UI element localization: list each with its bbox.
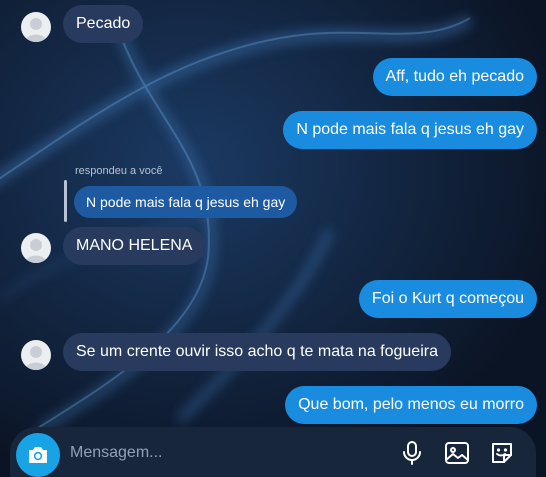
message-text: MANO HELENA xyxy=(63,227,206,265)
avatar[interactable] xyxy=(21,340,51,370)
reply-indicator xyxy=(64,180,67,222)
outgoing-message: Foi o Kurt q começou xyxy=(358,280,537,318)
outgoing-message: Aff, tudo eh pecado xyxy=(372,58,537,96)
message-input[interactable] xyxy=(68,439,372,467)
message-text: Foi o Kurt q começou xyxy=(358,280,537,318)
gallery-button[interactable] xyxy=(443,439,471,467)
reply-label: respondeu a você xyxy=(75,165,163,177)
message-text: Se um crente ouvir isso acho q te mata n… xyxy=(63,333,451,371)
default-avatar-icon xyxy=(25,239,47,263)
gallery-icon xyxy=(445,442,469,464)
outgoing-message: Que bom, pelo menos eu morro xyxy=(285,386,537,424)
avatar[interactable] xyxy=(21,233,51,263)
incoming-message: Pecado xyxy=(63,5,144,43)
message-text: N pode mais fala q jesus eh gay xyxy=(283,111,537,149)
outgoing-message: N pode mais fala q jesus eh gay xyxy=(283,111,537,149)
message-text: Aff, tudo eh pecado xyxy=(372,58,537,96)
incoming-message: MANO HELENA xyxy=(63,227,206,265)
sticker-button[interactable] xyxy=(488,439,516,467)
camera-icon xyxy=(29,447,47,463)
message-composer xyxy=(10,427,536,477)
microphone-icon xyxy=(403,441,421,465)
incoming-message: Se um crente ouvir isso acho q te mata n… xyxy=(63,333,451,371)
default-avatar-icon xyxy=(25,346,47,370)
camera-button[interactable] xyxy=(16,433,60,477)
default-avatar-icon xyxy=(25,18,47,42)
message-text: Que bom, pelo menos eu morro xyxy=(285,386,537,424)
message-text: Pecado xyxy=(63,5,144,43)
avatar[interactable] xyxy=(21,12,51,42)
microphone-button[interactable] xyxy=(398,439,426,467)
quoted-message[interactable]: N pode mais fala q jesus eh gay xyxy=(74,186,298,218)
sticker-icon xyxy=(492,443,512,463)
